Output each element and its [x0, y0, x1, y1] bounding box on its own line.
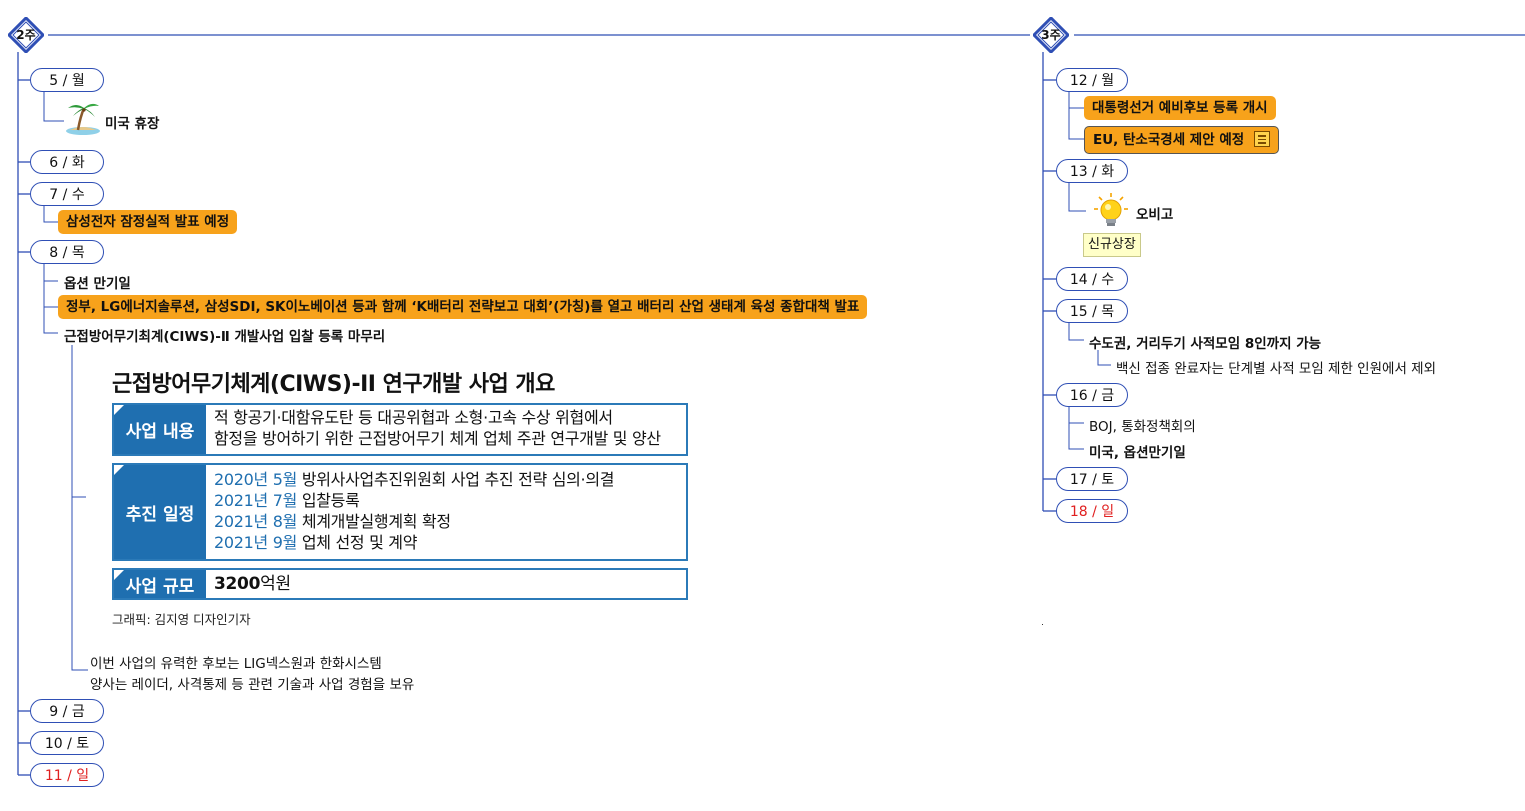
infographic-title: 근접방어무기체계(CIWS)-II 연구개발 사업 개요: [112, 372, 555, 397]
week-label: 3주: [1041, 28, 1061, 42]
week-label: 2주: [16, 28, 36, 42]
day-node-17[interactable]: 17 / 토: [1056, 467, 1128, 491]
day-node-18[interactable]: 18 / 일: [1056, 499, 1128, 523]
event-presidential-registration[interactable]: 대통령선거 예비후보 등록 개시: [1084, 96, 1276, 120]
day-node-9[interactable]: 9 / 금: [30, 699, 104, 723]
schedule-line: 2020년 5월 방위사사업추진위원회 사업 추진 전략 심의·의결: [214, 470, 615, 489]
palm-tree-icon: [64, 100, 102, 136]
row-head: 사업 내용: [114, 405, 206, 454]
event-vaccine-exemption[interactable]: 백신 접종 완료자는 단계별 사적 모임 제한 인원에서 제외: [1116, 357, 1436, 377]
day-node-8[interactable]: 8 / 목: [30, 240, 104, 264]
infographic-credit: 그래픽: 김지영 디자인기자: [112, 612, 251, 627]
row-body: 3200억원: [214, 574, 682, 595]
event-ciws-bidding[interactable]: 근접방어무기최계(CIWS)-Ⅱ 개발사업 입찰 등록 마무리: [64, 325, 385, 345]
note-icon[interactable]: [1254, 131, 1271, 147]
day-node-13[interactable]: 13 / 화: [1056, 159, 1128, 183]
new-listing-tag[interactable]: 신규상장: [1083, 233, 1141, 257]
event-label: EU, 탄소국경세 제안 예정: [1093, 132, 1245, 148]
scale-number: 3200: [214, 574, 261, 594]
day-node-14[interactable]: 14 / 수: [1056, 267, 1128, 291]
note-candidates[interactable]: 이번 사업의 유력한 후보는 LIG넥스원과 한화시스템: [90, 652, 382, 672]
event-samsung-earnings[interactable]: 삼성전자 잠정실적 발표 예정: [58, 210, 238, 234]
event-battery-strategy[interactable]: 정부, LG에너지솔루션, 삼성SDI, SK이노베이션 등과 함께 ‘K배터리…: [58, 295, 868, 319]
day-node-15[interactable]: 15 / 목: [1056, 299, 1128, 323]
day-node-5[interactable]: 5 / 월: [30, 68, 104, 92]
day-node-10[interactable]: 10 / 토: [30, 731, 104, 755]
day-node-7[interactable]: 7 / 수: [30, 182, 104, 206]
week-3-node[interactable]: 3주: [1033, 17, 1069, 53]
row-head: 추진 일정: [114, 465, 206, 559]
row-body: 2020년 5월 방위사사업추진위원회 사업 추진 전략 심의·의결 2021년…: [214, 469, 682, 553]
row-body: 적 항공기·대함유도탄 등 대공위협과 소형·고속 수상 위협에서 함정을 방어…: [214, 407, 682, 449]
body-line: 함정을 방어하기 위한 근접방어무기 체계 업체 주관 연구개발 및 양산: [214, 429, 661, 448]
day-node-12[interactable]: 12 / 월: [1056, 68, 1128, 92]
infographic-row-schedule: 추진 일정 2020년 5월 방위사사업추진위원회 사업 추진 전략 심의·의결…: [112, 463, 688, 561]
lightbulb-icon: [1091, 192, 1131, 230]
note-experience[interactable]: 양사는 레이더, 사격통제 등 관련 기술과 사업 경험을 보유: [90, 673, 414, 693]
schedule-line: 2021년 8월 체계개발실행계획 확정: [214, 512, 451, 531]
event-obigo[interactable]: 오비고: [1136, 203, 1173, 223]
event-option-expiry[interactable]: 옵션 만기일: [64, 272, 131, 292]
day-node-6[interactable]: 6 / 화: [30, 150, 104, 174]
week-2-node[interactable]: 2주: [8, 17, 44, 53]
row-head: 사업 규모: [114, 570, 206, 598]
event-distancing[interactable]: 수도권, 거리두기 사적모임 8인까지 가능: [1089, 332, 1321, 352]
day-node-16[interactable]: 16 / 금: [1056, 383, 1128, 407]
infographic-row-scale: 사업 규모 3200억원: [112, 568, 688, 600]
ciws-infographic: 근접방어무기체계(CIWS)-II 연구개발 사업 개요 사업 내용 적 항공기…: [100, 358, 700, 630]
scale-unit: 억원: [260, 574, 291, 594]
day-node-11[interactable]: 11 / 일: [30, 763, 104, 787]
schedule-line: 2021년 7월 입찰등록: [214, 491, 360, 510]
event-us-option-expiry[interactable]: 미국, 옵션만기일: [1089, 441, 1186, 461]
schedule-line: 2021년 9월 업체 선정 및 계약: [214, 533, 418, 552]
event-boj-meeting[interactable]: BOJ, 통화정책회의: [1089, 415, 1196, 435]
event-us-holiday[interactable]: 미국 휴장: [105, 112, 159, 132]
event-eu-carbon-tax[interactable]: EU, 탄소국경세 제안 예정: [1084, 126, 1280, 154]
body-line: 적 항공기·대함유도탄 등 대공위협과 소형·고속 수상 위협에서: [214, 408, 613, 427]
infographic-row-content: 사업 내용 적 항공기·대함유도탄 등 대공위협과 소형·고속 수상 위협에서 …: [112, 403, 688, 456]
